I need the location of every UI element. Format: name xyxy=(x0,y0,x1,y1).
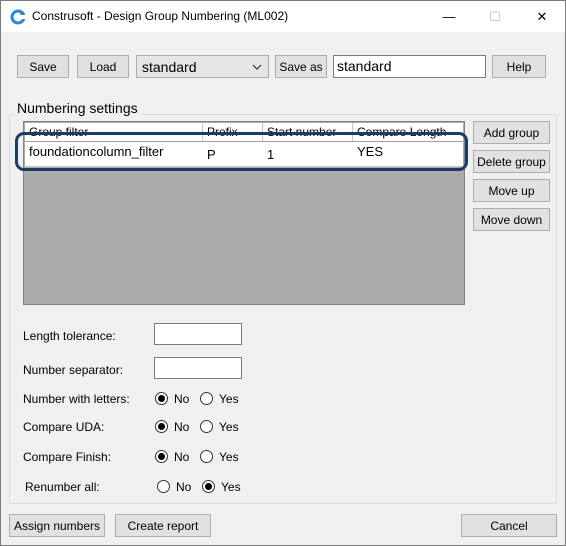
row-highlight-annotation xyxy=(15,132,468,171)
maximize-button: ☐ xyxy=(472,1,518,32)
renumber-all-yes-radio[interactable] xyxy=(202,480,215,493)
window-title: Construsoft - Design Group Numbering (ML… xyxy=(32,9,289,23)
save-as-button[interactable]: Save as xyxy=(275,55,327,78)
delete-group-button[interactable]: Delete group xyxy=(473,150,550,173)
renumber-all-no-radio[interactable] xyxy=(157,480,170,493)
renumber-all-label: Renumber all: xyxy=(25,480,100,494)
add-group-button[interactable]: Add group xyxy=(473,121,550,144)
chevron-down-icon xyxy=(252,64,262,70)
numbering-settings-title: Numbering settings xyxy=(15,100,140,116)
number-with-letters-label: Number with letters: xyxy=(23,392,130,406)
compare-finish-label: Compare Finish: xyxy=(23,450,112,464)
compare-finish-yes-radio[interactable] xyxy=(200,450,213,463)
renumber-all-no-label: No xyxy=(176,480,192,494)
save-as-input-value: standard xyxy=(337,58,392,74)
help-button[interactable]: Help xyxy=(492,55,546,78)
number-with-letters-yes-radio[interactable] xyxy=(200,392,213,405)
compare-uda-yes-label: Yes xyxy=(219,420,239,434)
compare-finish-no-radio[interactable] xyxy=(155,450,168,463)
preset-dropdown-value: standard xyxy=(142,59,197,75)
number-separator-label: Number separator: xyxy=(23,363,124,377)
preset-dropdown[interactable]: standard xyxy=(136,55,269,78)
close-icon: ✕ xyxy=(536,8,548,24)
load-button[interactable]: Load xyxy=(77,55,129,78)
compare-uda-no-radio[interactable] xyxy=(155,420,168,433)
close-button[interactable]: ✕ xyxy=(519,1,565,32)
create-report-button[interactable]: Create report xyxy=(115,514,211,537)
maximize-icon: ☐ xyxy=(489,8,501,24)
dialog-window: Construsoft - Design Group Numbering (ML… xyxy=(0,0,566,546)
construsoft-app-icon xyxy=(10,9,26,25)
compare-finish-yes-label: Yes xyxy=(219,450,239,464)
renumber-all-yes-label: Yes xyxy=(221,480,241,494)
number-with-letters-yes-label: Yes xyxy=(219,392,239,406)
compare-uda-yes-radio[interactable] xyxy=(200,420,213,433)
cancel-button[interactable]: Cancel xyxy=(461,514,557,537)
assign-numbers-button[interactable]: Assign numbers xyxy=(9,514,105,537)
compare-finish-no-label: No xyxy=(174,450,190,464)
compare-uda-label: Compare UDA: xyxy=(23,420,105,434)
length-tolerance-input[interactable] xyxy=(154,323,242,345)
number-with-letters-no-radio[interactable] xyxy=(155,392,168,405)
number-with-letters-no-label: No xyxy=(174,392,190,406)
minimize-button[interactable]: — xyxy=(426,1,472,32)
number-separator-input[interactable] xyxy=(154,357,242,379)
move-down-button[interactable]: Move down xyxy=(473,208,550,231)
save-button[interactable]: Save xyxy=(17,55,69,78)
length-tolerance-label: Length tolerance: xyxy=(23,329,116,343)
title-bar: Construsoft - Design Group Numbering (ML… xyxy=(1,1,565,32)
move-up-button[interactable]: Move up xyxy=(473,179,550,202)
save-as-input[interactable]: standard xyxy=(333,55,486,78)
compare-uda-no-label: No xyxy=(174,420,190,434)
minimize-icon: — xyxy=(442,9,456,24)
